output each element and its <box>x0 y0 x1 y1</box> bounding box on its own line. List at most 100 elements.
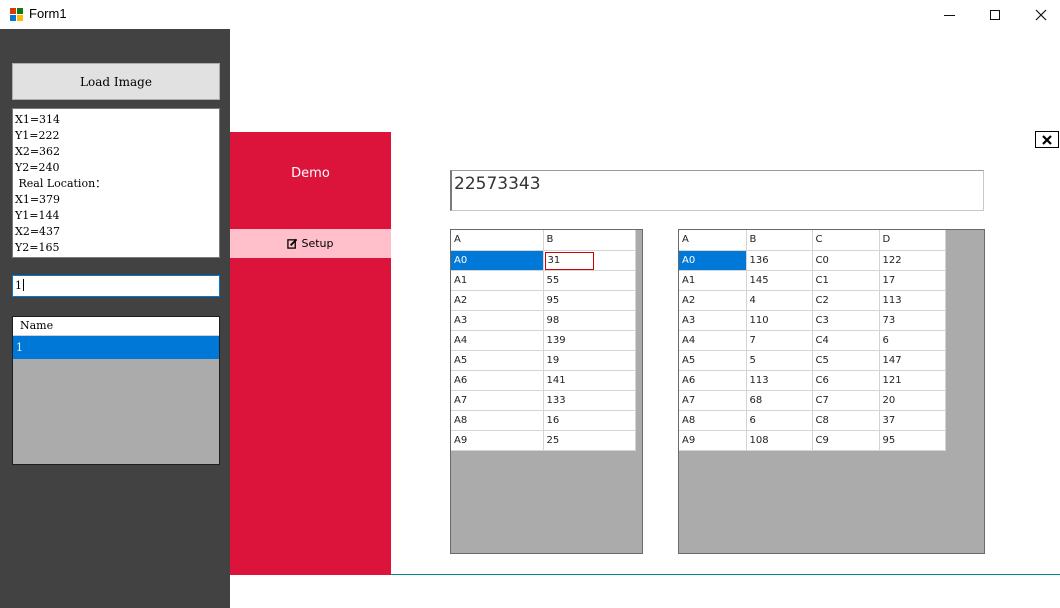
table-cell[interactable]: 95 <box>879 430 946 451</box>
table-cell[interactable]: 6 <box>879 330 946 351</box>
table-cell[interactable]: 136 <box>746 250 813 271</box>
table-row: A5 19 <box>451 350 636 371</box>
table-cell[interactable]: A8 <box>451 410 544 431</box>
maximize-icon <box>990 9 1000 20</box>
column-header[interactable]: A <box>679 230 747 251</box>
app-icon[interactable] <box>10 8 23 21</box>
table-cell[interactable]: 121 <box>879 370 946 391</box>
table-cell[interactable]: 113 <box>746 370 813 391</box>
table-cell[interactable]: A9 <box>451 430 544 451</box>
table-cell[interactable]: 37 <box>879 410 946 431</box>
table-cell[interactable]: C7 <box>812 390 880 411</box>
table-cell[interactable]: A5 <box>451 350 544 371</box>
coord-line: Real Location： <box>15 177 107 190</box>
table-cell[interactable]: C5 <box>812 350 880 371</box>
coord-line: Y1=144 <box>15 209 60 222</box>
coordinates-textbox[interactable]: X1=314 Y1=222 X2=362 Y2=240 Real Locatio… <box>12 108 220 258</box>
table-cell[interactable]: C2 <box>812 290 880 311</box>
table-cell[interactable]: 55 <box>543 270 636 291</box>
column-header[interactable]: A <box>451 230 544 251</box>
edit-icon <box>287 238 298 249</box>
table-cell[interactable]: A7 <box>679 390 747 411</box>
table-cell[interactable]: 19 <box>543 350 636 371</box>
table-row: A1 145 C1 17 <box>679 270 946 291</box>
table-cell[interactable]: C0 <box>812 250 880 271</box>
table-cell[interactable]: C8 <box>812 410 880 431</box>
table-cell[interactable]: 122 <box>879 250 946 271</box>
close-panel-button[interactable] <box>1035 131 1059 148</box>
data-grid-1[interactable]: A B A0 31 A1 55 A2 95 A3 98 A4 139 A5 19 A6 141… <box>450 229 643 554</box>
table-cell[interactable]: 108 <box>746 430 813 451</box>
table-cell[interactable]: 113 <box>879 290 946 311</box>
table-cell[interactable]: A6 <box>451 370 544 391</box>
menu-panel: Demo Setup <box>230 132 391 575</box>
column-header[interactable]: D <box>879 230 946 251</box>
table-row: A7 133 <box>451 390 636 411</box>
table-cell[interactable]: A3 <box>679 310 747 331</box>
table-cell[interactable]: C1 <box>812 270 880 291</box>
table-cell[interactable]: 5 <box>746 350 813 371</box>
coord-line: Y2=240 <box>15 161 60 174</box>
table-cell[interactable]: C3 <box>812 310 880 331</box>
table-cell[interactable]: A6 <box>679 370 747 391</box>
table-cell[interactable]: A4 <box>451 330 544 351</box>
table-cell[interactable]: 98 <box>543 310 636 331</box>
table-cell[interactable]: 139 <box>543 330 636 351</box>
table-cell[interactable]: 110 <box>746 310 813 331</box>
table-cell[interactable]: A0 <box>679 250 747 271</box>
table-cell[interactable]: A1 <box>451 270 544 291</box>
table-cell[interactable]: 147 <box>879 350 946 371</box>
table-cell[interactable]: A5 <box>679 350 747 371</box>
table-cell[interactable]: A7 <box>451 390 544 411</box>
table-cell[interactable]: 73 <box>879 310 946 331</box>
list-header-name[interactable]: Name <box>13 317 219 336</box>
table-cell[interactable]: C6 <box>812 370 880 391</box>
table-cell[interactable]: A4 <box>679 330 747 351</box>
column-header[interactable]: B <box>543 230 636 251</box>
table-cell[interactable]: 145 <box>746 270 813 291</box>
table-cell[interactable]: A2 <box>679 290 747 311</box>
table-cell[interactable]: A3 <box>451 310 544 331</box>
table-cell[interactable]: 4 <box>746 290 813 311</box>
table-cell-editing[interactable]: 31 <box>543 250 636 271</box>
setup-menu-item[interactable]: Setup <box>230 229 391 258</box>
table-cell[interactable]: 95 <box>543 290 636 311</box>
table-cell[interactable]: 7 <box>746 330 813 351</box>
name-input-value: 1 <box>15 279 22 292</box>
table-cell[interactable]: 20 <box>879 390 946 411</box>
title-bar: Form1 <box>0 0 1060 29</box>
table-cell[interactable]: A9 <box>679 430 747 451</box>
value-textbox[interactable]: 22573343 <box>450 170 984 211</box>
table-cell[interactable]: 17 <box>879 270 946 291</box>
close-x-icon <box>1042 134 1052 145</box>
table-cell[interactable]: 16 <box>543 410 636 431</box>
table-cell[interactable]: A2 <box>451 290 544 311</box>
table-cell[interactable]: 25 <box>543 430 636 451</box>
table-row: A1 55 <box>451 270 636 291</box>
maximize-button[interactable] <box>972 0 1018 29</box>
name-input[interactable]: 1 <box>12 275 220 297</box>
text-caret <box>23 279 24 291</box>
cell-edit-box[interactable]: 31 <box>544 251 594 269</box>
table-cell[interactable]: C4 <box>812 330 880 351</box>
table-cell[interactable]: A0 <box>451 250 544 271</box>
list-item[interactable]: 1 <box>13 336 219 359</box>
table-cell[interactable]: C9 <box>812 430 880 451</box>
coord-line: X2=362 <box>15 145 61 158</box>
load-image-button[interactable]: Load Image <box>12 63 220 100</box>
table-cell[interactable]: 6 <box>746 410 813 431</box>
table-row: A4 7 C4 6 <box>679 330 946 351</box>
table-cell[interactable]: 68 <box>746 390 813 411</box>
close-window-button[interactable] <box>1018 0 1060 29</box>
table-cell[interactable]: A8 <box>679 410 747 431</box>
table-row: A4 139 <box>451 330 636 351</box>
minimize-button[interactable] <box>926 0 972 29</box>
column-header[interactable]: C <box>812 230 880 251</box>
data-grid-2[interactable]: A B C D A0 136 C0 122 A1 145 C1 17 A2 4 C2 113 A3… <box>678 229 985 554</box>
column-header[interactable]: B <box>746 230 813 251</box>
table-cell[interactable]: 133 <box>543 390 636 411</box>
table-cell[interactable]: 141 <box>543 370 636 391</box>
table-row: A2 95 <box>451 290 636 311</box>
name-listview[interactable]: Name 1 <box>12 316 220 465</box>
table-cell[interactable]: A1 <box>679 270 747 291</box>
